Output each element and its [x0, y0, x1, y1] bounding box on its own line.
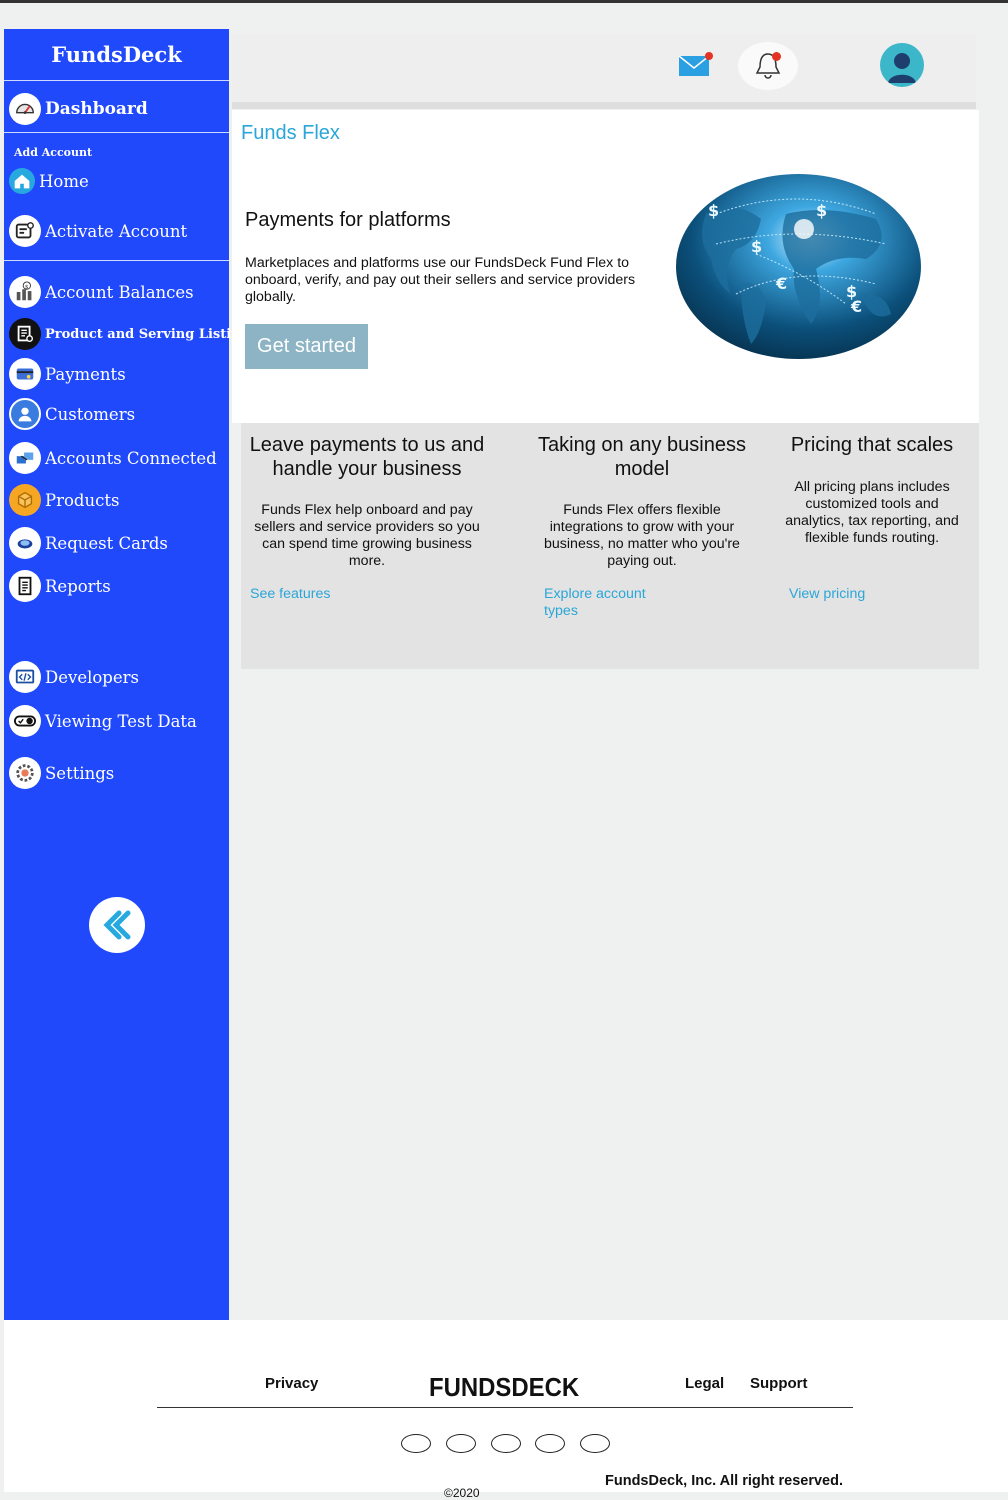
view-pricing-link[interactable]: View pricing: [789, 586, 865, 603]
sidebar-item-label: Activate Account: [45, 221, 188, 241]
code-icon: [9, 661, 41, 693]
social-icon[interactable]: [446, 1434, 476, 1453]
sidebar-item-label: Account Balances: [45, 282, 194, 302]
toggle-icon: [9, 705, 41, 737]
get-started-button[interactable]: Get started: [245, 324, 368, 369]
support-link[interactable]: Support: [750, 1375, 808, 1392]
sidebar-item-accounts-connected[interactable]: Accounts Connected: [4, 442, 217, 474]
bell-icon: [755, 53, 781, 79]
social-icon[interactable]: [491, 1434, 521, 1453]
svg-text:€: €: [850, 297, 862, 316]
accounts-connected-icon: [9, 442, 41, 474]
footer-brand: FUNDSDECK: [429, 1372, 580, 1402]
sidebar-item-settings[interactable]: Settings: [4, 757, 114, 789]
svg-text:€: €: [775, 274, 787, 293]
sidebar-item-label: Products: [45, 490, 120, 510]
sidebar-item-dashboard[interactable]: Dashboard: [4, 93, 148, 125]
explore-account-types-link[interactable]: Explore account types: [544, 586, 664, 620]
listing-icon: [9, 318, 41, 350]
feature-body: Funds Flex help onboard and pay sellers …: [254, 502, 480, 569]
sidebar-item-label: Developers: [45, 667, 139, 687]
hero-section: Funds Flex Payments for platforms Market…: [232, 110, 979, 423]
divider: [4, 132, 229, 133]
notifications-button[interactable]: [738, 42, 798, 90]
sidebar-item-request-cards[interactable]: Request Cards: [4, 527, 168, 559]
feature-title: Pricing that scales: [790, 434, 954, 456]
reports-icon: [9, 570, 41, 602]
sidebar: FundsDeck Dashboard Add Account Home Act…: [4, 29, 250, 1320]
social-icon[interactable]: [580, 1434, 610, 1453]
privacy-link[interactable]: Privacy: [265, 1375, 318, 1392]
double-chevron-left-icon: [103, 910, 131, 940]
svg-text:$: $: [25, 284, 29, 290]
sidebar-item-label: Viewing Test Data: [45, 711, 197, 731]
sidebar-item-label: Reports: [45, 576, 111, 596]
bell-notification-dot: [772, 52, 781, 61]
sidebar-item-product-listing[interactable]: Product and Serving Listing: [4, 318, 250, 350]
sidebar-item-reports[interactable]: Reports: [4, 570, 111, 602]
sidebar-item-activate-account[interactable]: Activate Account: [4, 215, 187, 247]
sidebar-item-label: Product and Serving Listing: [45, 326, 250, 342]
features-section: Leave payments to us and handle your bus…: [241, 423, 979, 669]
feature-card: Taking on any business model Funds Flex …: [518, 423, 766, 619]
feature-title: Taking on any business model: [538, 434, 746, 480]
sidebar-item-account-balances[interactable]: $ Account Balances: [4, 276, 194, 308]
page-title: Funds Flex: [241, 122, 340, 144]
sidebar-item-customers[interactable]: Customers: [4, 398, 135, 430]
feature-card: Leave payments to us and handle your bus…: [241, 423, 493, 602]
sidebar-item-developers[interactable]: Developers: [4, 661, 139, 693]
top-border: [0, 0, 1008, 3]
sidebar-item-label: Customers: [45, 404, 136, 424]
mail-notification-dot: [705, 52, 713, 60]
sidebar-item-label: Home: [39, 171, 89, 191]
customers-icon: [9, 398, 41, 430]
social-icon[interactable]: [401, 1434, 431, 1453]
collapse-sidebar-button[interactable]: [89, 897, 145, 953]
sidebar-item-payments[interactable]: Payments: [4, 358, 126, 390]
request-cards-icon: [9, 527, 41, 559]
feature-title: Leave payments to us and handle your bus…: [249, 434, 485, 480]
svg-text:$: $: [708, 201, 719, 220]
user-avatar-icon: [888, 53, 916, 83]
svg-text:$: $: [751, 237, 762, 256]
svg-text:$: $: [816, 201, 827, 220]
section-label: Add Account: [14, 146, 93, 159]
payments-icon: [9, 358, 41, 390]
products-icon: [9, 484, 41, 516]
social-icon[interactable]: [535, 1434, 565, 1453]
footer: Privacy FUNDSDECK Legal Support FundsDec…: [4, 1320, 1008, 1500]
dashboard-gauge-icon: [9, 93, 41, 125]
sidebar-item-label: Accounts Connected: [45, 448, 217, 468]
account-balances-icon: $: [9, 276, 41, 308]
feature-body: Funds Flex offers flexible integrations …: [544, 502, 740, 569]
feature-body: All pricing plans includes customized to…: [785, 479, 959, 546]
sidebar-item-label: Payments: [45, 364, 126, 384]
copyright-year: ©2020: [444, 1486, 480, 1500]
footer-divider: [157, 1407, 853, 1408]
mail-button[interactable]: [675, 48, 715, 82]
feature-card: Pricing that scales All pricing plans in…: [781, 423, 963, 602]
sidebar-item-label: Request Cards: [45, 533, 168, 553]
divider: [4, 260, 229, 261]
sidebar-item-label: Settings: [45, 763, 115, 783]
see-features-link[interactable]: See features: [250, 586, 330, 603]
legal-link[interactable]: Legal: [685, 1375, 724, 1392]
top-header: [232, 34, 976, 102]
activate-account-icon: [9, 215, 41, 247]
sidebar-item-products[interactable]: Products: [4, 484, 119, 516]
home-icon: [9, 168, 35, 194]
hero-description: Marketplaces and platforms use our Funds…: [245, 255, 636, 305]
world-map-image: $ $ $ € $ €: [676, 174, 921, 359]
gear-icon: [9, 757, 41, 789]
sidebar-item-home[interactable]: Home: [4, 168, 89, 194]
hero-heading: Payments for platforms: [245, 209, 451, 231]
user-avatar-button[interactable]: [880, 43, 924, 87]
sidebar-item-label: Dashboard: [45, 99, 148, 119]
header-underline: [232, 102, 976, 109]
copyright-text: FundsDeck, Inc. All right reserved.: [605, 1473, 843, 1489]
brand-logo[interactable]: FundsDeck: [4, 42, 229, 67]
divider: [4, 80, 229, 81]
sidebar-item-viewing-test-data[interactable]: Viewing Test Data: [4, 705, 197, 737]
